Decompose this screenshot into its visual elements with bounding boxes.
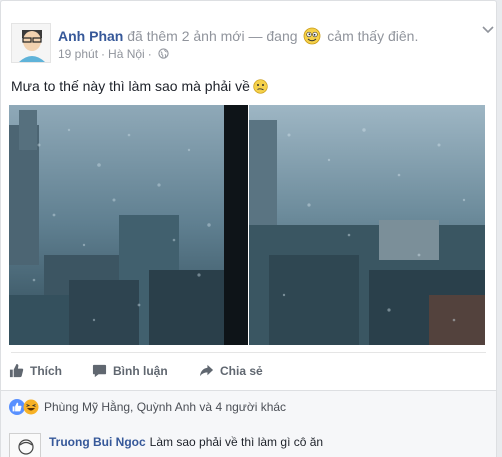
- comment-label: Bình luận: [113, 363, 168, 378]
- chevron-down-icon[interactable]: [481, 25, 495, 35]
- post-message: Mưa to thế này thì làm sao mà phải về: [11, 78, 250, 94]
- comment-item: Truong Bui Ngoc Làm sao phải về thì làm g…: [9, 433, 489, 457]
- post-location[interactable]: Hà Nội: [108, 47, 145, 61]
- comment-icon: [92, 364, 107, 378]
- comment-message: Làm sao phải về thì làm gì cô ăn: [149, 435, 324, 449]
- thumbs-up-icon: [9, 363, 24, 378]
- author-name[interactable]: Anh Phan: [58, 28, 123, 44]
- actions-divider: [11, 352, 486, 353]
- rainy-window-photo-1: [9, 105, 248, 345]
- feedback-section: Phùng Mỹ Hằng, Quỳnh Anh và 4 người khác…: [1, 390, 496, 457]
- photo-grid: [9, 105, 485, 345]
- share-button[interactable]: Chia sẻ: [199, 363, 263, 378]
- share-arrow-icon: [199, 364, 214, 377]
- post-meta: 19 phút · Hà Nội ·: [58, 47, 169, 61]
- reactions-names: Phùng Mỹ Hằng, Quỳnh Anh và 4 người khác: [44, 400, 287, 414]
- commenter-avatar[interactable]: [9, 433, 41, 457]
- author-avatar[interactable]: [11, 23, 51, 63]
- activity-text: đã thêm 2 ảnh mới — đang: [127, 28, 298, 44]
- action-bar: Thích Bình luận Chia sẻ: [9, 357, 489, 385]
- photo-1[interactable]: [9, 105, 248, 345]
- like-button[interactable]: Thích: [9, 363, 62, 378]
- confused-face-icon: [253, 79, 268, 94]
- like-label: Thích: [30, 363, 62, 378]
- globe-icon[interactable]: [158, 48, 169, 59]
- avatar-image: [12, 24, 50, 62]
- post-card: Anh Phan đã thêm 2 ảnh mới — đang cảm th…: [0, 0, 497, 457]
- post-time[interactable]: 19 phút: [58, 47, 98, 61]
- crazy-face-icon: [304, 27, 321, 45]
- comment-button[interactable]: Bình luận: [92, 363, 168, 378]
- photo-2[interactable]: [249, 105, 485, 345]
- reactions-summary[interactable]: Phùng Mỹ Hằng, Quỳnh Anh và 4 người khác: [9, 399, 286, 415]
- comment-body: Truong Bui Ngoc Làm sao phải về thì làm g…: [49, 435, 323, 449]
- rainy-window-photo-2: [249, 105, 485, 345]
- share-label: Chia sẻ: [220, 363, 263, 378]
- comment-author[interactable]: Truong Bui Ngoc: [49, 435, 146, 449]
- post-header: Anh Phan đã thêm 2 ảnh mới — đang cảm th…: [11, 23, 494, 71]
- haha-reaction-icon: [23, 399, 39, 415]
- feeling-text[interactable]: cảm thấy điên.: [327, 28, 418, 44]
- post-text: Mưa to thế này thì làm sao mà phải về: [11, 78, 268, 94]
- author-line: Anh Phan đã thêm 2 ảnh mới — đang cảm th…: [58, 27, 418, 45]
